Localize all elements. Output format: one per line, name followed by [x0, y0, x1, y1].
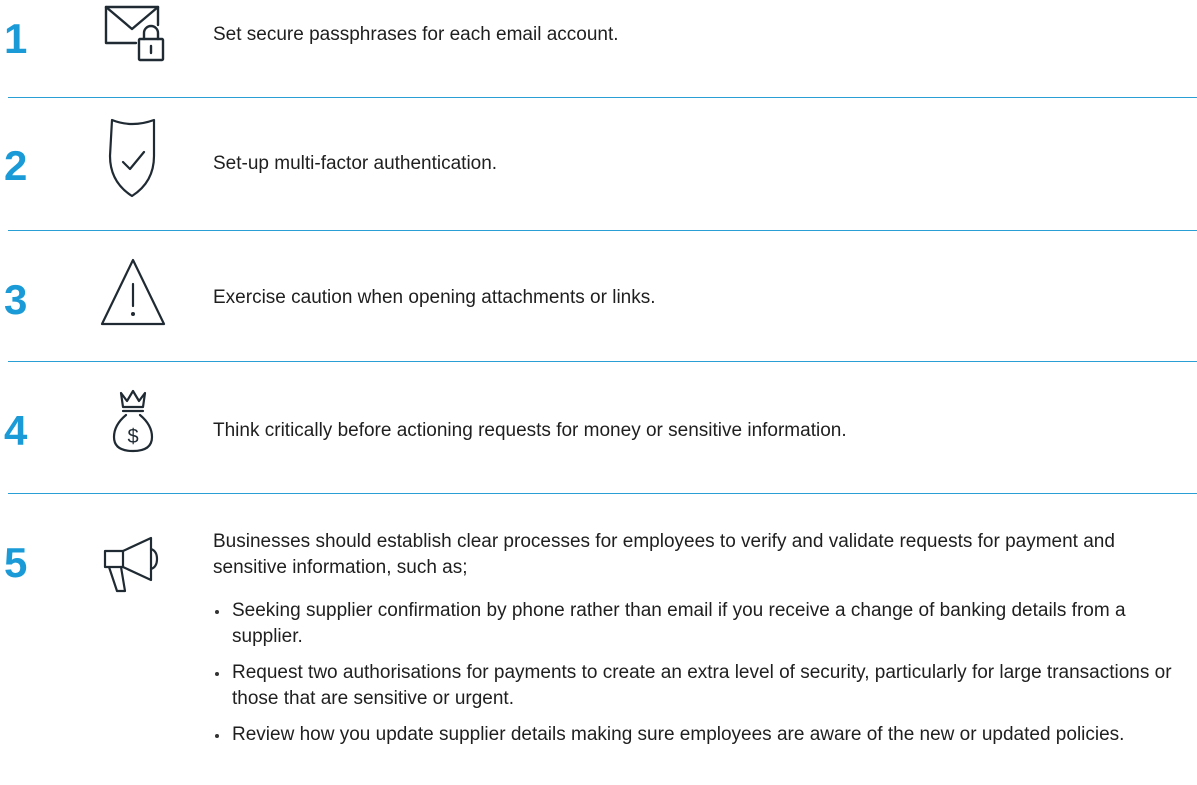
bullet-list: Seeking supplier confirmation by phone r…: [213, 598, 1183, 758]
step-3-text: Exercise caution when opening attachment…: [213, 287, 656, 308]
step-1-number: 1: [4, 15, 28, 62]
step-4-number: 4: [4, 407, 28, 454]
step-2-number: 2: [4, 142, 28, 189]
money-bag-icon: $: [93, 387, 173, 459]
step-4-text: Think critically before actioning reques…: [213, 420, 847, 441]
step-1-text: Set secure passphrases for each email ac…: [213, 24, 619, 45]
step-3-number: 3: [4, 276, 28, 323]
divider: [8, 361, 1197, 362]
warning-triangle-icon: [93, 254, 173, 330]
megaphone-icon: [93, 533, 173, 597]
svg-text:$: $: [127, 426, 138, 448]
envelope-lock-icon: [93, 3, 173, 63]
list-item: Seeking supplier confirmation by phone r…: [213, 598, 1183, 650]
shield-check-icon: [93, 116, 173, 202]
step-5-text: Businesses should establish clear proces…: [213, 531, 1115, 578]
step-2-text: Set-up multi-factor authentication.: [213, 153, 498, 174]
list-item: Review how you update supplier details m…: [213, 722, 1183, 748]
divider: [8, 493, 1197, 494]
list-item: Request two authorisations for payments …: [213, 660, 1183, 712]
divider: [8, 97, 1197, 98]
step-5-number: 5: [4, 539, 28, 586]
divider: [8, 230, 1197, 231]
